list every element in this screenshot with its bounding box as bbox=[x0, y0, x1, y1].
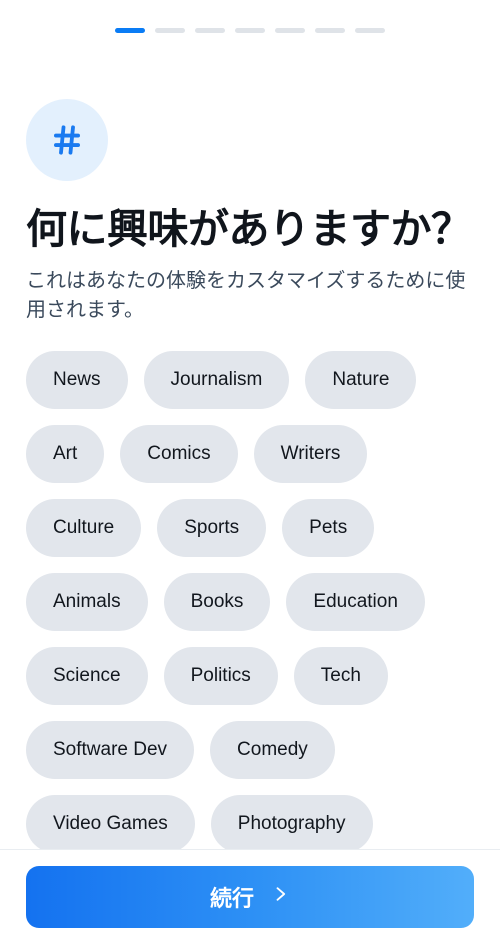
progress-segment-1 bbox=[115, 28, 145, 33]
interest-chip[interactable]: Politics bbox=[163, 646, 278, 705]
page-title: 何に興味がありますか？ bbox=[26, 206, 472, 252]
interest-chip[interactable]: Software Dev bbox=[26, 720, 195, 779]
progress-segment-3 bbox=[195, 28, 225, 33]
interest-chip[interactable]: Books bbox=[163, 572, 271, 631]
hashtag-icon bbox=[48, 121, 86, 159]
hashtag-icon-badge bbox=[26, 99, 108, 181]
progress-segment-6 bbox=[315, 28, 345, 33]
interest-chip[interactable]: Animals bbox=[26, 572, 148, 631]
onboarding-screen: 何に興味がありますか？ これはあなたの体験をカスタマイズするために使用されます。… bbox=[0, 0, 500, 945]
interest-chip[interactable]: Art bbox=[26, 424, 105, 483]
interest-chip[interactable]: Nature bbox=[305, 350, 417, 409]
interest-chip[interactable]: Science bbox=[26, 646, 148, 705]
onboarding-content: 何に興味がありますか？ これはあなたの体験をカスタマイズするために使用されます。… bbox=[0, 36, 500, 849]
progress-segment-4 bbox=[235, 28, 265, 33]
onboarding-footer: 続行 bbox=[0, 849, 500, 945]
continue-button[interactable]: 続行 bbox=[26, 866, 474, 928]
chevron-right-icon bbox=[270, 884, 290, 910]
interest-chip[interactable]: News bbox=[26, 350, 128, 409]
interest-chip[interactable]: Comics bbox=[120, 424, 238, 483]
interest-chip[interactable]: Tech bbox=[293, 646, 388, 705]
interest-chip[interactable]: Video Games bbox=[26, 794, 195, 849]
interest-chip[interactable]: Education bbox=[286, 572, 425, 631]
page-subtitle: これはあなたの体験をカスタマイズするために使用されます。 bbox=[26, 269, 466, 321]
interest-chip[interactable]: Writers bbox=[253, 424, 368, 483]
interest-chip[interactable]: Journalism bbox=[143, 350, 290, 409]
progress-segment-2 bbox=[155, 28, 185, 33]
progress-segment-5 bbox=[275, 28, 305, 33]
onboarding-progress-indicator bbox=[0, 0, 500, 36]
interest-chip[interactable]: Pets bbox=[282, 498, 375, 557]
continue-button-label: 続行 bbox=[209, 886, 254, 911]
interest-chip[interactable]: Comedy bbox=[210, 720, 335, 779]
interest-chip[interactable]: Photography bbox=[210, 794, 373, 849]
interest-chip[interactable]: Culture bbox=[26, 498, 142, 557]
progress-segment-7 bbox=[355, 28, 385, 33]
interest-chip[interactable]: Sports bbox=[157, 498, 267, 557]
interest-chip-list: News Journalism Nature Art Comics Writers Cult… bbox=[26, 350, 474, 849]
